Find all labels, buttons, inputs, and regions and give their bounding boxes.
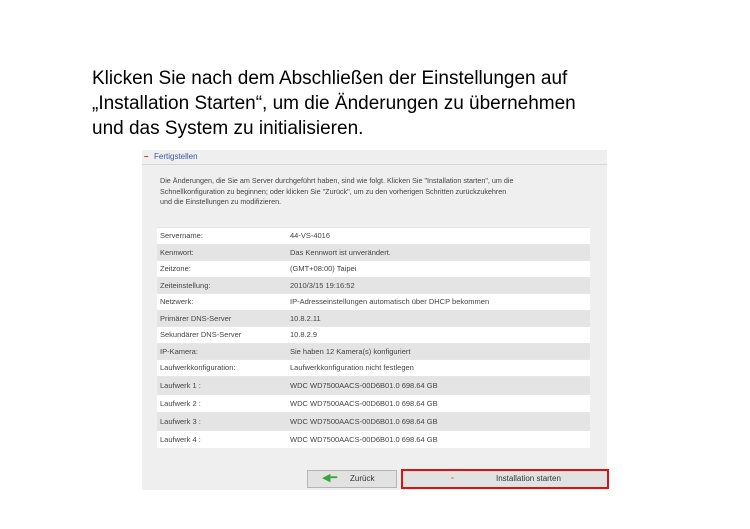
row-value: Sie haben 12 Kamera(s) konfiguriert: [290, 346, 411, 356]
dash-icon: -: [451, 473, 454, 482]
summary-row: IP-Kamera: Sie haben 12 Kamera(s) konfigu…: [157, 342, 590, 359]
row-key: Laufwerk 3 :: [160, 416, 201, 426]
summary-row: Netzwerk: IP-Adresseinstellungen automati…: [157, 293, 590, 310]
summary-row: Servername: 44-VS-4016: [157, 227, 590, 244]
summary-row: Sekundärer DNS-Server 10.8.2.9: [157, 326, 590, 343]
row-key: Sekundärer DNS-Server: [160, 330, 242, 339]
instruction-line-2: „Installation Starten“, um die Änderunge…: [92, 93, 576, 114]
panel-title: Fertigstellen: [154, 152, 198, 161]
row-value: WDC WD7500AACS-00D6B01.0 698.64 GB: [290, 380, 438, 390]
instruction-line-1: Klicken Sie nach dem Abschließen der Ein…: [92, 68, 568, 89]
row-key: Zeiteinstellung:: [160, 280, 211, 290]
summary-row: Primärer DNS-Server 10.8.2.11: [157, 309, 590, 326]
row-key: IP-Kamera:: [160, 346, 198, 356]
row-value: WDC WD7500AACS-00D6B01.0 698.64 GB: [290, 398, 438, 408]
summary-row: Kennwort: Das Kennwort ist unverändert.: [157, 243, 590, 260]
row-key: Laufwerk 4 :: [160, 434, 201, 444]
summary-row: Laufwerk 1 : WDC WD7500AACS-00D6B01.0 698…: [157, 375, 590, 394]
summary-row: Laufwerkkonfiguration: Laufwerkkonfigurat…: [157, 359, 590, 376]
row-value: Laufwerkkonfiguration nicht festlegen: [290, 363, 414, 372]
intro-text: Die Änderungen, die Sie am Server durchg…: [160, 176, 600, 208]
row-value: 2010/3/15 19:16:52: [290, 280, 355, 290]
row-value: 10.8.2.9: [290, 330, 318, 339]
collapse-icon[interactable]: –: [144, 150, 148, 164]
summary-row: Zeitzone: (GMT+08:00) Taipei: [157, 260, 590, 277]
arrow-left-icon: ◀━: [322, 472, 338, 484]
row-key: Netzwerk:: [160, 297, 194, 306]
button-bar: ◀━ Zurück - Installation starten: [142, 468, 609, 490]
install-start-button[interactable]: - Installation starten: [401, 469, 609, 489]
summary-table: Servername: 44-VS-4016 Kennwort: Das Kennw…: [157, 227, 590, 448]
intro-line: Schnellkonfiguration zu beginnen; oder k…: [160, 186, 507, 196]
row-value: (GMT+08:00) Taipei: [290, 264, 357, 273]
row-key: Laufwerk 2 :: [160, 398, 201, 408]
summary-row: Zeiteinstellung: 2010/3/15 19:16:52: [157, 276, 590, 293]
instruction-heading: Klicken Sie nach dem Abschließen der Ein…: [92, 66, 692, 141]
row-value: Das Kennwort ist unverändert.: [290, 247, 391, 257]
intro-line: und die Einstellungen zu modifizieren.: [160, 197, 282, 206]
row-key: Laufwerkkonfiguration:: [160, 363, 236, 372]
row-key: Primärer DNS-Server: [160, 313, 232, 323]
back-button-label: Zurück: [350, 474, 375, 483]
install-start-label: Installation starten: [496, 474, 561, 483]
row-value: 44-VS-4016: [290, 231, 331, 240]
summary-row: Laufwerk 4 : WDC WD7500AACS-00D6B01.0 698…: [157, 429, 590, 448]
finish-panel: – Fertigstellen Die Änderungen, die Sie …: [142, 150, 609, 490]
instruction-line-3: und das System zu initialisieren.: [92, 118, 364, 139]
summary-row: Laufwerk 2 : WDC WD7500AACS-00D6B01.0 698…: [157, 393, 590, 412]
back-button[interactable]: ◀━ Zurück: [307, 470, 397, 488]
intro-line: Die Änderungen, die Sie am Server durchg…: [160, 176, 514, 185]
row-value: IP-Adresseinstellungen automatisch über …: [290, 297, 490, 306]
panel-header[interactable]: – Fertigstellen: [142, 150, 607, 165]
row-value: 10.8.2.11: [290, 313, 321, 323]
row-key: Zeitzone:: [160, 264, 191, 273]
summary-row: Laufwerk 3 : WDC WD7500AACS-00D6B01.0 698…: [157, 411, 590, 430]
row-key: Servername:: [160, 231, 203, 240]
row-value: WDC WD7500AACS-00D6B01.0 698.64 GB: [290, 434, 438, 444]
row-key: Kennwort:: [160, 247, 194, 257]
row-value: WDC WD7500AACS-00D6B01.0 698.64 GB: [290, 416, 438, 426]
row-key: Laufwerk 1 :: [160, 380, 201, 390]
